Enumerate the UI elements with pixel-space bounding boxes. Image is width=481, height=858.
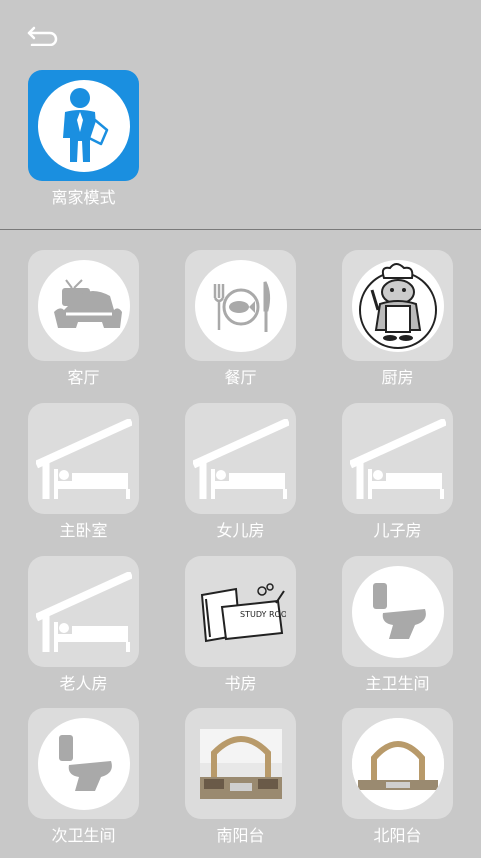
section-divider <box>0 229 481 230</box>
balcony-photo-icon <box>199 728 282 799</box>
room-tile[interactable] <box>342 403 453 514</box>
room-south-balcony[interactable]: 南阳台 <box>175 708 306 858</box>
room-tile[interactable] <box>28 708 139 819</box>
room-tile[interactable] <box>28 250 139 361</box>
room-kitchen[interactable]: 厨房 <box>332 250 463 400</box>
room-label: 次卫生间 <box>51 826 116 845</box>
room-tile[interactable] <box>342 556 453 667</box>
room-master-bedroom[interactable]: 主卧室 <box>18 403 149 553</box>
study-sign-text: STUDY ROOM <box>240 610 286 619</box>
room-tile[interactable] <box>185 403 296 514</box>
room-tile[interactable] <box>185 250 296 361</box>
leaving-home-mode-label: 离家模式 <box>51 188 116 207</box>
room-study[interactable]: STUDY ROOM 书房 <box>175 556 306 706</box>
bed-house-icon <box>35 418 132 499</box>
room-label: 厨房 <box>381 368 414 387</box>
room-tile[interactable] <box>342 250 453 361</box>
study-books-icon: STUDY ROOM <box>200 582 286 642</box>
room-label: 老人房 <box>59 674 108 693</box>
room-label: 主卫生间 <box>365 674 430 693</box>
room-label: 主卧室 <box>59 521 108 540</box>
sofa-tv-icon <box>53 278 122 328</box>
room-label: 书房 <box>224 674 257 693</box>
room-son[interactable]: 儿子房 <box>332 403 463 553</box>
room-label: 餐厅 <box>224 368 257 387</box>
balcony-photo-icon <box>351 717 444 810</box>
room-second-bathroom[interactable]: 次卫生间 <box>18 708 149 858</box>
room-label: 北阳台 <box>373 826 422 845</box>
room-tile[interactable] <box>185 708 296 819</box>
bed-house-icon <box>35 571 132 652</box>
back-arrow-icon <box>27 26 58 47</box>
bed-house-icon <box>349 418 446 499</box>
room-tile[interactable] <box>28 556 139 667</box>
leaving-home-person-icon <box>62 87 108 162</box>
room-tile[interactable] <box>28 403 139 514</box>
room-label: 儿子房 <box>373 521 422 540</box>
room-dining-room[interactable]: 餐厅 <box>175 250 306 400</box>
back-button[interactable] <box>26 22 62 47</box>
room-north-balcony[interactable]: 北阳台 <box>332 708 463 858</box>
room-living-room[interactable]: 客厅 <box>18 250 149 400</box>
room-tile[interactable]: STUDY ROOM <box>185 556 296 667</box>
room-master-bathroom[interactable]: 主卫生间 <box>332 556 463 706</box>
room-label: 女儿房 <box>216 521 265 540</box>
room-tile[interactable] <box>342 708 453 819</box>
toilet-icon <box>58 734 112 791</box>
room-label: 客厅 <box>67 368 100 387</box>
bed-house-icon <box>192 418 289 499</box>
room-label: 南阳台 <box>216 826 265 845</box>
dining-plate-icon <box>213 280 270 332</box>
room-daughter[interactable]: 女儿房 <box>175 403 306 553</box>
chef-icon <box>358 262 437 349</box>
room-elderly[interactable]: 老人房 <box>18 556 149 706</box>
toilet-icon <box>372 582 426 639</box>
leaving-home-mode-button[interactable] <box>28 70 139 181</box>
